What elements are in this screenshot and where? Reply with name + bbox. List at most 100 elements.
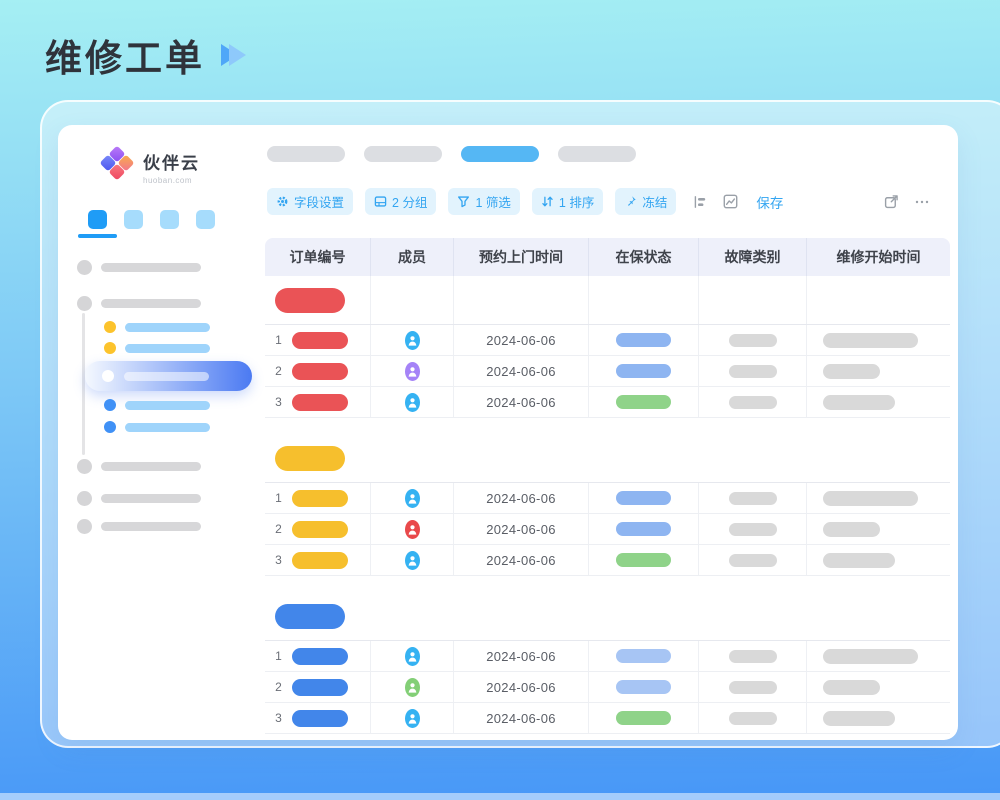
brand-logo: 伙伴云 huoban.com: [100, 146, 200, 185]
table-row[interactable]: 2 2024-06-06: [265, 672, 950, 703]
sidebar-subitem[interactable]: [104, 421, 210, 433]
column-header-warranty-status[interactable]: 在保状态: [588, 238, 698, 276]
yellow-dot-icon: [104, 342, 116, 354]
sidebar-tab[interactable]: [196, 210, 215, 229]
fault-category-placeholder: [729, 396, 777, 409]
member-avatar: [405, 709, 420, 728]
page-background: 维修工单 伙伴云 huoban.com: [0, 0, 1000, 800]
person-icon: [407, 650, 418, 663]
sidebar-subitem[interactable]: [104, 399, 210, 411]
table-row[interactable]: 3 2024-06-06: [265, 387, 950, 418]
column-header-member[interactable]: 成员: [370, 238, 453, 276]
bottom-strip: [0, 793, 1000, 800]
sidebar-item[interactable]: [77, 459, 201, 474]
column-header-repair-start-time[interactable]: 维修开始时间: [806, 238, 950, 276]
field-settings-button[interactable]: 字段设置: [267, 188, 353, 215]
group-pill[interactable]: [275, 288, 345, 313]
sidebar-item[interactable]: [77, 260, 201, 275]
member-avatar: [405, 678, 420, 697]
sidebar-subitem[interactable]: [104, 321, 210, 333]
freeze-button[interactable]: 冻结: [615, 188, 676, 215]
view-tab-placeholder[interactable]: [364, 146, 442, 162]
order-id-pill: [292, 679, 348, 696]
view-tab-active[interactable]: [461, 146, 539, 162]
column-header-fault-category[interactable]: 故障类别: [698, 238, 806, 276]
warranty-status-pill: [616, 364, 671, 378]
share-icon[interactable]: [884, 194, 899, 209]
table-row[interactable]: 3 2024-06-06: [265, 545, 950, 576]
column-header-order-id[interactable]: 订单编号: [265, 238, 370, 276]
warranty-status-pill: [616, 553, 671, 567]
member-avatar: [405, 362, 420, 381]
repair-start-placeholder: [823, 711, 895, 726]
brand-logo-icon: [100, 146, 134, 180]
view-tab-placeholder[interactable]: [558, 146, 636, 162]
play-arrow-icon-2: [229, 44, 246, 66]
group-header-row[interactable]: [265, 592, 950, 641]
member-avatar: [405, 393, 420, 412]
fault-category-placeholder: [729, 650, 777, 663]
row-index: 2: [273, 680, 284, 694]
sort-label: 1 排序: [559, 192, 594, 211]
appointment-date: 2024-06-06: [486, 364, 556, 379]
chart-icon[interactable]: [723, 194, 738, 209]
blue-dot-icon: [104, 421, 116, 433]
row-height-icon[interactable]: [693, 195, 707, 209]
column-header-appointment-time[interactable]: 预约上门时间: [453, 238, 588, 276]
sidebar-item[interactable]: [77, 491, 201, 506]
item-icon-placeholder: [77, 260, 92, 275]
appointment-date: 2024-06-06: [486, 553, 556, 568]
item-label-placeholder: [125, 423, 210, 432]
view-tab-placeholder[interactable]: [267, 146, 345, 162]
group-gap: [265, 576, 950, 592]
table-row[interactable]: 1 2024-06-06: [265, 641, 950, 672]
sidebar-tree-line: [82, 313, 85, 455]
appointment-date: 2024-06-06: [486, 522, 556, 537]
warranty-status-pill: [616, 395, 671, 409]
sidebar-subitem[interactable]: [104, 342, 210, 354]
repair-start-placeholder: [823, 522, 880, 537]
repair-start-placeholder: [823, 649, 918, 664]
fault-category-placeholder: [729, 334, 777, 347]
save-button[interactable]: 保存: [756, 192, 783, 212]
sidebar-tab-active[interactable]: [88, 210, 107, 229]
sidebar-item-selected[interactable]: [85, 361, 252, 391]
group-pill[interactable]: [275, 604, 345, 629]
table-row[interactable]: 1 2024-06-06: [265, 483, 950, 514]
item-label-placeholder: [101, 462, 201, 471]
member-avatar: [405, 331, 420, 350]
sort-button[interactable]: 1 排序: [532, 188, 603, 215]
order-id-pill: [292, 490, 348, 507]
item-icon-placeholder: [77, 519, 92, 534]
sidebar-item[interactable]: [77, 296, 201, 311]
table-row[interactable]: 1 2024-06-06: [265, 325, 950, 356]
appointment-date: 2024-06-06: [486, 333, 556, 348]
person-icon: [407, 334, 418, 347]
person-icon: [407, 396, 418, 409]
group-button[interactable]: 2 分组: [365, 188, 436, 215]
repair-start-placeholder: [823, 553, 895, 568]
row-index: 2: [273, 522, 284, 536]
member-avatar: [405, 647, 420, 666]
group-header-row[interactable]: [265, 434, 950, 483]
table-row[interactable]: 3 2024-06-06: [265, 703, 950, 734]
person-icon: [407, 492, 418, 505]
item-label-placeholder: [101, 263, 201, 272]
more-icon[interactable]: [914, 195, 930, 209]
sidebar-item[interactable]: [77, 519, 201, 534]
filter-button[interactable]: 1 筛选: [448, 188, 519, 215]
row-index: 1: [273, 333, 284, 347]
table-row[interactable]: 2 2024-06-06: [265, 514, 950, 545]
item-label-placeholder: [101, 522, 201, 531]
brand-text: 伙伴云 huoban.com: [143, 146, 200, 185]
sidebar-tab[interactable]: [160, 210, 179, 229]
group-pill[interactable]: [275, 446, 345, 471]
table-row[interactable]: 2 2024-06-06: [265, 356, 950, 387]
group-header-row[interactable]: [265, 276, 950, 325]
sort-icon: [541, 195, 554, 208]
item-label-placeholder: [125, 323, 210, 332]
freeze-label: 冻结: [642, 192, 667, 211]
repair-start-placeholder: [823, 395, 895, 410]
member-avatar: [405, 551, 420, 570]
sidebar-tab[interactable]: [124, 210, 143, 229]
